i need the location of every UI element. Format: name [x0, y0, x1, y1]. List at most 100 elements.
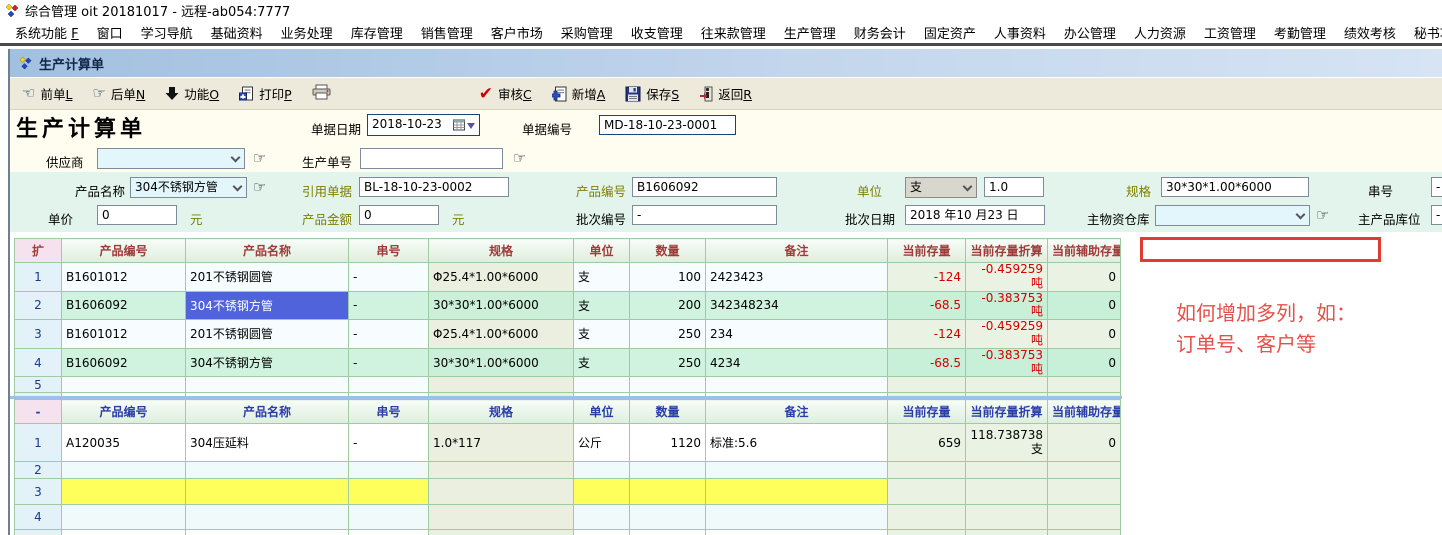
table-cell[interactable]: 2423423	[706, 263, 888, 292]
prod-order-input[interactable]	[360, 148, 503, 169]
table-cell[interactable]: -	[349, 424, 429, 462]
table-cell[interactable]: 1.0*117	[429, 424, 574, 462]
table-cell[interactable]	[966, 530, 1048, 535]
return-button[interactable]: 返回R	[699, 84, 752, 103]
menu-item[interactable]: 收支管理	[622, 23, 692, 42]
table-cell[interactable]: 0	[1048, 291, 1121, 320]
table-cell[interactable]	[349, 462, 429, 479]
table-cell[interactable]: 支	[574, 263, 630, 292]
table-cell[interactable]: -0.459259 吨	[966, 263, 1048, 292]
table-cell[interactable]	[429, 377, 574, 393]
menu-item[interactable]: 学习导航	[132, 23, 202, 42]
menu-item[interactable]: 往来款管理	[692, 23, 775, 42]
table-cell[interactable]	[966, 377, 1048, 393]
table-cell[interactable]: -	[349, 348, 429, 377]
table-cell[interactable]: 支	[574, 291, 630, 320]
prod-order-lookup-icon[interactable]: ☞	[513, 151, 526, 166]
unit-combo[interactable]: 支	[905, 177, 977, 198]
table-cell[interactable]: -124	[888, 263, 966, 292]
table-cell[interactable]: 0	[1048, 424, 1121, 462]
menu-item[interactable]: 固定资产	[915, 23, 985, 42]
table-cell[interactable]: -124	[888, 320, 966, 349]
date-dropdown-arrow-icon[interactable]	[467, 123, 475, 129]
menu-item[interactable]: 窗口	[88, 23, 132, 42]
product-amount-input[interactable]: 0	[359, 205, 439, 225]
menu-item[interactable]: 办公管理	[1055, 23, 1125, 42]
table-cell[interactable]: 342348234	[706, 291, 888, 320]
table-cell[interactable]: -	[349, 263, 429, 292]
menu-item[interactable]: 系统功能 F	[6, 23, 88, 42]
table-cell[interactable]	[630, 479, 706, 505]
unit-price-input[interactable]: 0	[97, 205, 177, 225]
table-cell[interactable]	[706, 377, 888, 393]
table-cell[interactable]	[349, 377, 429, 393]
main-warehouse-combo[interactable]	[1155, 205, 1310, 226]
table-cell[interactable]	[630, 377, 706, 393]
batch-no-input[interactable]: -	[632, 205, 777, 225]
menu-item[interactable]: 库存管理	[342, 23, 412, 42]
table-cell[interactable]	[574, 530, 630, 535]
table-cell[interactable]	[186, 377, 349, 393]
table-cell[interactable]	[706, 530, 888, 535]
row-number[interactable]: 3	[15, 479, 62, 505]
menu-item[interactable]: 绩效考核	[1335, 23, 1405, 42]
table-cell[interactable]: 4234	[706, 348, 888, 377]
table-cell[interactable]: 234	[706, 320, 888, 349]
table-cell[interactable]: 200	[630, 291, 706, 320]
table-cell[interactable]	[630, 462, 706, 479]
table-cell[interactable]	[1048, 505, 1121, 530]
menu-item[interactable]: 考勤管理	[1265, 23, 1335, 42]
table-cell[interactable]	[1048, 530, 1121, 535]
unit-factor-input[interactable]: 1.0	[984, 177, 1044, 197]
row-number[interactable]: 5	[15, 530, 62, 535]
table-cell[interactable]	[630, 530, 706, 535]
table-cell[interactable]: 659	[888, 424, 966, 462]
ref-doc-input[interactable]: BL-18-10-23-0002	[359, 177, 509, 197]
table-cell[interactable]: 201不锈钢圆管	[186, 263, 349, 292]
table-cell[interactable]: 0	[1048, 320, 1121, 349]
table-cell[interactable]	[62, 377, 186, 393]
table-cell[interactable]	[1048, 479, 1121, 505]
table-cell[interactable]	[429, 530, 574, 535]
table-cell[interactable]: 30*30*1.00*6000	[429, 348, 574, 377]
table-cell[interactable]: 标准:5.6	[706, 424, 888, 462]
table-cell[interactable]: 30*30*1.00*6000	[429, 291, 574, 320]
menu-item[interactable]: 基础资料	[202, 23, 272, 42]
prev-doc-button[interactable]: ☜ 前单L	[22, 84, 72, 103]
table-cell[interactable]: A120035	[62, 424, 186, 462]
table-cell[interactable]: -68.5	[888, 348, 966, 377]
menu-item[interactable]: 客户市场	[482, 23, 552, 42]
menu-item[interactable]: 业务处理	[272, 23, 342, 42]
table-cell[interactable]	[966, 462, 1048, 479]
row-number[interactable]: 1	[15, 263, 62, 292]
table-cell[interactable]	[888, 479, 966, 505]
row-number[interactable]: 4	[15, 505, 62, 530]
table-cell[interactable]: -	[349, 291, 429, 320]
table-cell[interactable]	[349, 479, 429, 505]
table-cell[interactable]	[574, 505, 630, 530]
table-cell[interactable]	[888, 462, 966, 479]
menu-item[interactable]: 生产管理	[775, 23, 845, 42]
table-cell[interactable]: 304不锈钢方管	[186, 348, 349, 377]
table-cell[interactable]: 1120	[630, 424, 706, 462]
table-cell[interactable]	[349, 530, 429, 535]
table-cell[interactable]: 支	[574, 320, 630, 349]
table-cell[interactable]	[186, 462, 349, 479]
table-cell[interactable]	[574, 462, 630, 479]
table-cell[interactable]	[706, 505, 888, 530]
table-cell[interactable]: Φ25.4*1.00*6000	[429, 263, 574, 292]
table-cell[interactable]	[429, 505, 574, 530]
table-cell[interactable]	[888, 505, 966, 530]
table-cell[interactable]	[888, 377, 966, 393]
table-cell[interactable]	[62, 530, 186, 535]
table-cell[interactable]	[186, 530, 349, 535]
print-button[interactable]: 打印P	[239, 84, 292, 103]
functions-button[interactable]: 功能O	[165, 84, 219, 103]
batch-date-input[interactable]: 2018 年10 月23 日	[905, 205, 1045, 225]
menu-item[interactable]: 财务会计	[845, 23, 915, 42]
table-cell[interactable]: 201不锈钢圆管	[186, 320, 349, 349]
table-cell[interactable]	[966, 505, 1048, 530]
menu-item[interactable]: 销售管理	[412, 23, 482, 42]
table-cell[interactable]: B1601012	[62, 263, 186, 292]
table-cell[interactable]: B1606092	[62, 291, 186, 320]
